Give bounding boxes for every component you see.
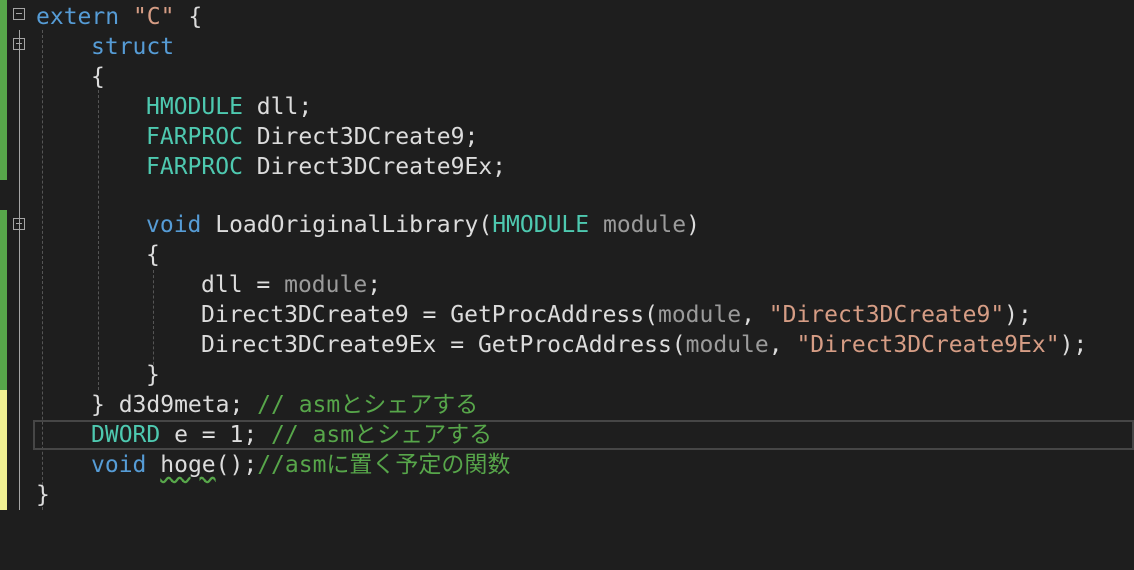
string-literal: "Direct3DCreate9" — [768, 302, 1005, 328]
function-name: hoge — [160, 452, 216, 478]
code-line[interactable]: DWORD e = 1; // asmとシェアする — [0, 420, 1134, 450]
code-line[interactable]: { — [0, 240, 1134, 270]
code-editor[interactable]: extern "C" { struct { HMODULE dll; FARPR… — [0, 0, 1134, 518]
code-text: , — [741, 302, 769, 328]
keyword: struct — [91, 34, 175, 60]
string-literal: "Direct3DCreate9Ex" — [796, 332, 1060, 358]
code-text: , — [768, 332, 797, 358]
code-text: } — [146, 362, 160, 388]
code-text: Direct3DCreate9 = GetProcAddress( — [201, 302, 658, 328]
code-text: (); — [215, 452, 258, 478]
parameter: module — [589, 212, 687, 238]
code-text: { — [91, 64, 105, 90]
type-name: FARPROC — [146, 154, 243, 180]
code-line[interactable]: dll = module; — [0, 270, 1134, 300]
code-text: ); — [1059, 332, 1088, 358]
code-text: e = 1; — [160, 422, 272, 448]
code-line[interactable]: extern "C" { — [0, 2, 1134, 32]
string-literal: "C" — [132, 4, 175, 30]
code-line[interactable]: struct — [0, 32, 1134, 62]
code-line[interactable]: void LoadOriginalLibrary(HMODULE module) — [0, 210, 1134, 240]
code-text: } — [36, 482, 50, 508]
code-text: Direct3DCreate9Ex; — [242, 154, 507, 180]
keyword: extern — [36, 4, 120, 30]
code-text: dll = — [201, 272, 285, 298]
comment: // asmとシェアする — [271, 422, 493, 448]
code-line[interactable]: HMODULE dll; — [0, 92, 1134, 122]
keyword: void — [146, 212, 202, 238]
code-line[interactable]: } — [0, 480, 1134, 510]
code-text: ; — [367, 272, 382, 298]
code-text: { — [146, 242, 160, 268]
code-line[interactable]: FARPROC Direct3DCreate9; — [0, 122, 1134, 152]
code-line[interactable]: Direct3DCreate9Ex = GetProcAddress(modul… — [0, 330, 1134, 360]
type-name: HMODULE — [492, 212, 590, 238]
keyword: void — [91, 452, 147, 478]
code-line[interactable]: } d3d9meta; // asmとシェアする — [0, 390, 1134, 420]
parameter: module — [284, 272, 368, 298]
code-text: ); — [1004, 302, 1032, 328]
code-line[interactable]: void hoge();//asmに置く予定の関数 — [0, 450, 1134, 480]
code-text: ) — [686, 212, 700, 238]
type-name: FARPROC — [146, 124, 243, 150]
type-name: HMODULE — [146, 94, 243, 120]
comment: // asmとシェアする — [257, 392, 479, 418]
code-text: dll; — [242, 94, 313, 120]
code-text: } d3d9meta; — [91, 392, 258, 418]
code-text: Direct3DCreate9Ex = GetProcAddress( — [201, 332, 686, 358]
comment: //asmに置く予定の関数 — [257, 452, 511, 478]
code-text: { — [174, 4, 203, 30]
code-line[interactable]: FARPROC Direct3DCreate9Ex; — [0, 152, 1134, 182]
code-text: Direct3DCreate9; — [242, 124, 479, 150]
code-text: LoadOriginalLibrary( — [201, 212, 493, 238]
type-name: DWORD — [91, 422, 161, 448]
code-line[interactable]: } — [0, 360, 1134, 390]
parameter: module — [657, 302, 742, 328]
code-line[interactable]: Direct3DCreate9 = GetProcAddress(module,… — [0, 300, 1134, 330]
parameter: module — [685, 332, 769, 358]
code-line[interactable]: { — [0, 62, 1134, 92]
